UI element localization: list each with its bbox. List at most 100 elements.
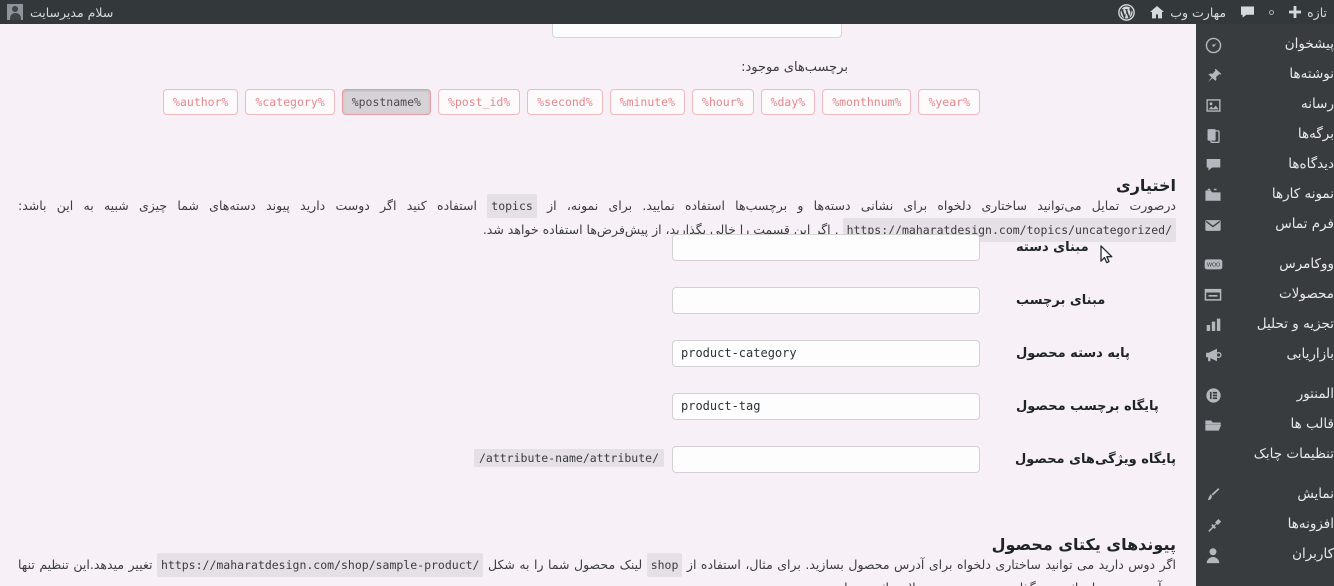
product-permalinks-description: اگر دوس دارید می توانید ساختاری دلخواه ب… — [18, 553, 1176, 586]
permalink-desc-code-url: https://maharatdesign.com/shop/sample-pr… — [156, 553, 484, 577]
sidebar-item-label: بازاریابی — [1286, 346, 1334, 363]
sidebar-item-media[interactable]: رسانه — [1196, 90, 1334, 120]
sidebar-item-label: پیشخوان — [1284, 36, 1334, 53]
chart-icon — [1196, 317, 1230, 333]
sidebar-item-label: نوشته‌ها — [1289, 66, 1334, 83]
pin-icon — [1196, 67, 1230, 84]
optional-desc-part2: استفاده کنید اگر دوست دارید پیوند دسته‌ه… — [18, 198, 477, 213]
sidebar-item-posts[interactable]: نوشته‌ها — [1196, 60, 1334, 90]
product-attribute-base-input[interactable] — [672, 446, 980, 473]
permalink-desc-code-shop: shop — [646, 553, 683, 577]
product-tag-base-label: پایگاه برچسب محصول — [1016, 399, 1159, 414]
optional-section-title: اختیاری — [1116, 176, 1176, 196]
wordpress-admin-screen: سلام مدیرسایت تازه مهارت وب پیشخوان نوشت… — [0, 0, 1334, 586]
tag-button-postname[interactable]: %postname% — [341, 89, 431, 115]
tag-button-post-id[interactable]: %post_id% — [437, 89, 521, 115]
sidebar-item-label: دیدگاه‌ها — [1288, 156, 1334, 173]
menu-separator — [1196, 370, 1334, 380]
custom-structure-input[interactable] — [552, 24, 842, 38]
sidebar-item-label: افزونه‌ها — [1287, 516, 1334, 533]
dot-icon — [1269, 9, 1275, 15]
tag-button-minute[interactable]: %minute% — [609, 89, 686, 115]
new-content-button[interactable]: تازه — [1281, 0, 1334, 24]
tag-button-second[interactable]: %second% — [527, 89, 603, 115]
sidebar-item-appearance[interactable]: نمایش — [1196, 480, 1334, 510]
updates-indicator[interactable] — [1262, 0, 1281, 24]
sidebar-item-label: رسانه — [1301, 96, 1334, 113]
optional-desc-part1: درصورت تمایل می‌توانید ساختاری دلخواه بر… — [547, 198, 1176, 213]
portfolio-folder-icon — [1196, 187, 1230, 203]
sidebar-item-users[interactable]: کاربران — [1196, 540, 1334, 570]
sidebar-item-label: تنظیمات چابک — [1253, 446, 1334, 463]
plug-icon — [1196, 517, 1230, 534]
plus-icon — [1288, 5, 1302, 19]
sidebar-item-label: تجزیه و تحلیل — [1256, 316, 1334, 333]
optional-desc-code-topics: topics — [487, 194, 537, 218]
wordpress-logo-button[interactable] — [1111, 0, 1142, 24]
sidebar-item-label: قالب ها — [1290, 416, 1334, 433]
tag-button-category[interactable]: %category% — [245, 89, 335, 115]
howdy-text: سلام مدیرسایت — [30, 4, 114, 20]
media-icon — [1196, 97, 1230, 114]
available-tags-row: %author% %category% %postname% %post_id%… — [163, 89, 980, 115]
field-row-product-category-base: پایه دسته محصول product-category — [0, 340, 1196, 367]
new-content-label: تازه — [1307, 4, 1327, 20]
admin-bar-account[interactable]: سلام مدیرسایت — [0, 0, 119, 24]
sidebar-item-label: برگه‌ها — [1297, 126, 1334, 143]
permalink-desc-part1: اگر دوس دارید می توانید ساختاری دلخواه ب… — [686, 557, 1176, 572]
mail-icon — [1196, 218, 1230, 233]
sidebar-item-templates[interactable]: قالب ها — [1196, 410, 1334, 440]
sidebar-item-elementor[interactable]: المنتور — [1196, 380, 1334, 410]
tag-button-hour[interactable]: %hour% — [692, 89, 754, 115]
tag-button-day[interactable]: %day% — [760, 89, 816, 115]
menu-separator — [1196, 240, 1334, 250]
product-permalinks-title: پیوندهای یکتای محصول — [991, 535, 1176, 555]
sidebar-item-contact-form[interactable]: فرم تماس — [1196, 210, 1334, 240]
elementor-icon — [1196, 387, 1230, 404]
tag-base-label: مبنای برچسب — [1016, 293, 1106, 308]
folder-icon — [1196, 418, 1230, 433]
sidebar-item-woocommerce[interactable]: ووکامرس WOO — [1196, 250, 1334, 280]
comments-button[interactable] — [1233, 0, 1262, 24]
field-row-category-base: مبنای دسته — [0, 234, 1196, 261]
sidebar-item-portfolio[interactable]: نمونه کارها — [1196, 180, 1334, 210]
sidebar-item-pages[interactable]: برگه‌ها — [1196, 120, 1334, 150]
user-icon — [1196, 547, 1230, 564]
avatar — [7, 4, 23, 20]
sidebar-item-label: نمایش — [1297, 486, 1334, 503]
menu-separator — [1196, 470, 1334, 480]
sidebar-item-label: ووکامرس — [1279, 256, 1334, 273]
megaphone-icon — [1196, 347, 1230, 363]
sidebar-item-marketing[interactable]: بازاریابی — [1196, 340, 1334, 370]
field-row-product-tag-base: پایگاه برچسب محصول product-tag — [0, 393, 1196, 420]
sidebar-item-comments[interactable]: دیدگاه‌ها — [1196, 150, 1334, 180]
admin-sidebar-menu: پیشخوان نوشته‌ها رسانه برگه‌ها — [1196, 24, 1334, 586]
category-base-label: مبنای دسته — [1016, 240, 1089, 255]
product-tag-base-input[interactable]: product-tag — [672, 393, 980, 420]
field-row-tag-base: مبنای برچسب — [0, 287, 1196, 314]
site-name-button[interactable]: مهارت وب — [1142, 0, 1233, 24]
comment-icon — [1196, 157, 1230, 173]
tag-base-input[interactable] — [672, 287, 980, 314]
field-row-product-attribute-base: پایگاه ویژگی‌های محصول /attribute-name/a… — [0, 446, 1196, 473]
brush-icon — [1196, 487, 1230, 504]
sidebar-item-analytics[interactable]: تجزیه و تحلیل — [1196, 310, 1334, 340]
sidebar-item-chabok-settings[interactable]: تنظیمات چابک — [1196, 440, 1334, 470]
wordpress-logo-icon — [1118, 3, 1136, 21]
tag-button-year[interactable]: %year% — [918, 89, 980, 115]
product-category-base-label: پایه دسته محصول — [1016, 346, 1130, 361]
product-category-base-input[interactable]: product-category — [672, 340, 980, 367]
category-base-input[interactable] — [672, 234, 980, 261]
sidebar-item-label: محصولات — [1278, 286, 1334, 303]
available-tags-label: برچسب‌های موجود: — [741, 60, 848, 75]
sidebar-item-dashboard[interactable]: پیشخوان — [1196, 30, 1334, 60]
svg-text:WOO: WOO — [1206, 263, 1219, 269]
sidebar-item-plugins[interactable]: افزونه‌ها — [1196, 510, 1334, 540]
product-attribute-base-label: پایگاه ویژگی‌های محصول — [1014, 452, 1176, 467]
woocommerce-icon: WOO — [1196, 258, 1230, 272]
tag-button-author[interactable]: %author% — [163, 89, 239, 115]
tag-button-monthnum[interactable]: %monthnum% — [822, 89, 912, 115]
sidebar-item-products[interactable]: محصولات — [1196, 280, 1334, 310]
admin-bar-right-group: تازه مهارت وب — [1111, 0, 1334, 24]
sidebar-item-label: کاربران — [1292, 546, 1334, 563]
